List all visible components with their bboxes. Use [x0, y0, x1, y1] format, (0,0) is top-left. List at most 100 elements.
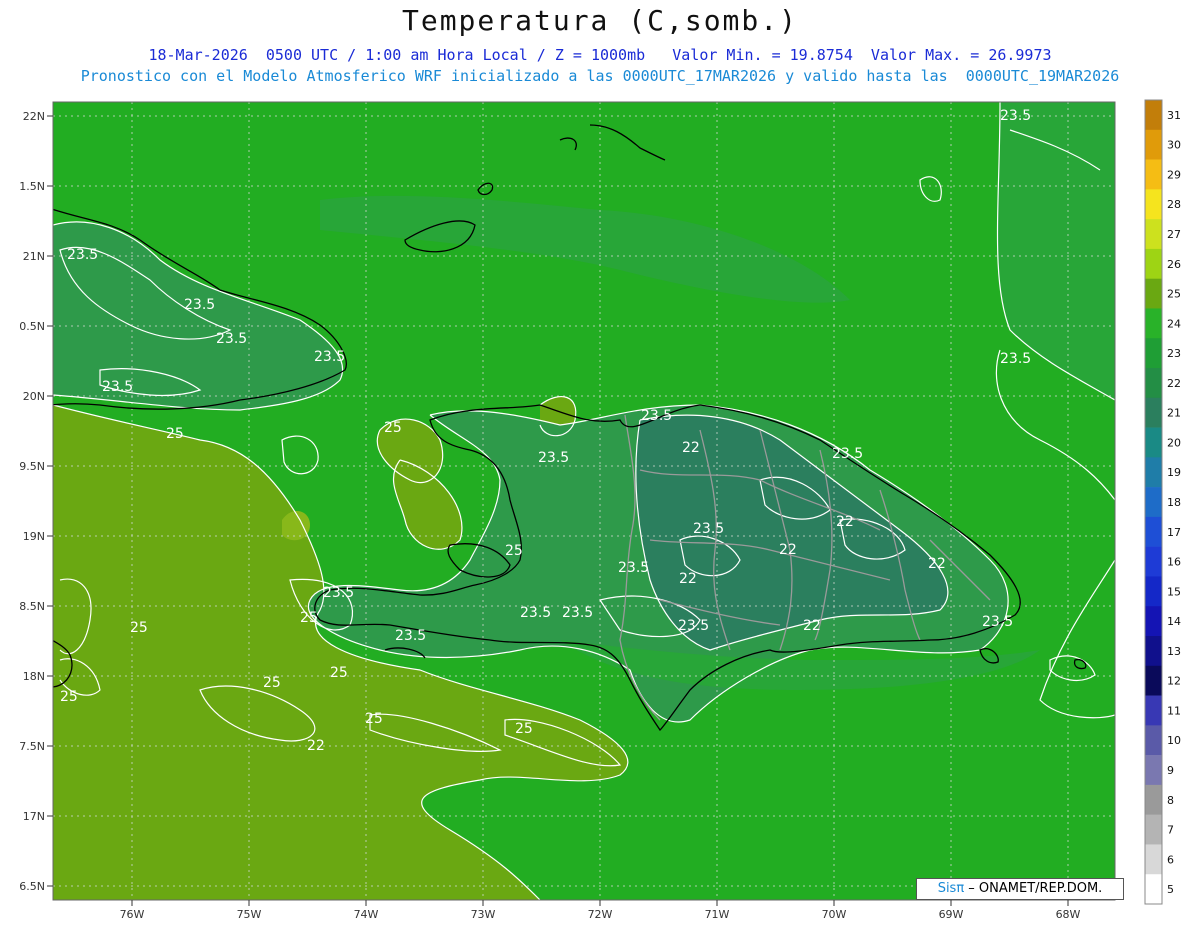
contour-label: 23.5 [618, 560, 649, 576]
contour-label: 23.5 [102, 379, 133, 395]
colorbar-swatch [1145, 368, 1162, 399]
lon-tick-label: 68W [1056, 908, 1081, 921]
contour-label: 22 [679, 571, 697, 587]
colorbar-swatch [1145, 338, 1162, 369]
colorbar-swatch [1145, 636, 1162, 667]
colorbar-tick-label: 23 [1167, 347, 1181, 360]
lon-tick-label: 74W [354, 908, 379, 921]
colorbar-swatch [1145, 546, 1162, 577]
colorbar-tick-label: 31 [1167, 109, 1181, 122]
colorbar-tick-label: 18 [1167, 496, 1181, 509]
longitude-axis: 76W 75W 74W 73W 72W 71W 70W 69W 68W [120, 900, 1081, 921]
map-figure: 23.5 23.5 23.5 23.5 23.5 23.5 23.5 23.5 … [19, 99, 1181, 921]
colorbar-tick-label: 28 [1167, 198, 1181, 211]
contour-label: 23.5 [1000, 108, 1031, 124]
lat-tick-label: 8.5N [19, 600, 45, 613]
colorbar-swatch [1145, 129, 1162, 160]
contour-label: 25 [130, 620, 148, 636]
colorbar-swatch [1145, 755, 1162, 786]
contour-label: 25 [300, 610, 318, 626]
colorbar-swatch [1145, 874, 1162, 905]
lat-tick-label: 9.5N [19, 460, 45, 473]
colorbar-tick-label: 22 [1167, 377, 1181, 390]
contour-label: 23.5 [693, 521, 724, 537]
colorbar-swatch [1145, 606, 1162, 637]
contour-label: 25 [330, 665, 348, 681]
colorbar-swatch [1145, 487, 1162, 518]
lon-tick-label: 70W [822, 908, 847, 921]
colorbar-swatch [1145, 844, 1162, 875]
colorbar-tick-label: 10 [1167, 734, 1181, 747]
colorbar-swatch [1145, 278, 1162, 309]
contour-label: 25 [60, 689, 78, 705]
contour-label: 23.5 [216, 331, 247, 347]
colorbar-tick-label: 6 [1167, 853, 1174, 866]
colorbar-tick-label: 13 [1167, 645, 1181, 658]
colorbar-swatch [1145, 427, 1162, 458]
contour-label: 22 [928, 556, 946, 572]
contour-label: 23.5 [1000, 351, 1031, 367]
colorbar-swatch [1145, 219, 1162, 250]
colorbar-tick-label: 26 [1167, 258, 1181, 271]
lon-tick-label: 72W [588, 908, 613, 921]
lat-tick-label: 18N [23, 670, 45, 683]
colorbar-tick-label: 14 [1167, 615, 1181, 628]
credit-box: Sisπ – ONAMET/REP.DOM. [916, 878, 1124, 900]
contour-label: 23.5 [562, 605, 593, 621]
contour-label: 25 [515, 721, 533, 737]
lat-tick-label: 1.5N [19, 180, 45, 193]
contour-label: 25 [505, 543, 523, 559]
lon-tick-label: 76W [120, 908, 145, 921]
colorbar-swatch [1145, 159, 1162, 190]
colorbar-tick-label: 15 [1167, 585, 1181, 598]
contour-label: 25 [263, 675, 281, 691]
colorbar-tick-label: 30 [1167, 139, 1181, 152]
colorbar-swatch [1145, 248, 1162, 279]
contour-label: 23.5 [538, 450, 569, 466]
colorbar-tick-label: 29 [1167, 168, 1181, 181]
colorbar-tick-label: 16 [1167, 556, 1181, 569]
colorbar-swatch [1145, 189, 1162, 220]
colorbar-swatch [1145, 516, 1162, 547]
colorbar-tick-label: 24 [1167, 317, 1181, 330]
contour-label: 23.5 [520, 605, 551, 621]
lat-tick-label: 17N [23, 810, 45, 823]
colorbar-swatch [1145, 576, 1162, 607]
contour-label: 23.5 [395, 628, 426, 644]
lon-tick-label: 73W [471, 908, 496, 921]
colorbar-swatch [1145, 814, 1162, 845]
contour-label: 25 [384, 420, 402, 436]
lat-tick-label: 21N [23, 250, 45, 263]
contour-label: 22 [779, 542, 797, 558]
lon-tick-label: 75W [237, 908, 262, 921]
contour-label: 25 [166, 426, 184, 442]
sispi-logo: Sisπ [937, 881, 965, 896]
lat-tick-label: 19N [23, 530, 45, 543]
colorbar-swatch [1145, 695, 1162, 726]
colorbar-tick-label: 19 [1167, 466, 1181, 479]
credit-text: – ONAMET/REP.DOM. [964, 881, 1103, 896]
colorbar-swatch [1145, 725, 1162, 756]
colorbar-tick-label: 9 [1167, 764, 1174, 777]
colorbar-tick-label: 21 [1167, 407, 1181, 420]
contour-label: 22 [682, 440, 700, 456]
colorbar-tick-label: 5 [1167, 883, 1174, 896]
contour-label: 23.5 [184, 297, 215, 313]
colorbar-tick-label: 11 [1167, 704, 1181, 717]
colorbar-tick-label: 8 [1167, 794, 1174, 807]
colorbar-swatch [1145, 100, 1162, 131]
colorbar-tick-label: 7 [1167, 824, 1174, 837]
contour-label: 23.5 [641, 408, 672, 424]
lat-tick-label: 22N [23, 110, 45, 123]
lat-tick-label: 6.5N [19, 880, 45, 893]
contour-label: 23.5 [832, 446, 863, 462]
contour-label: 25 [365, 711, 383, 727]
colorbar-swatch [1145, 397, 1162, 428]
latitude-axis: 22N 1.5N 21N 0.5N 20N 9.5N 19N 8.5N 18N … [19, 110, 53, 893]
colorbar-swatch [1145, 784, 1162, 815]
lon-tick-label: 69W [939, 908, 964, 921]
colorbar-swatch [1145, 665, 1162, 696]
contour-label: 23.5 [67, 247, 98, 263]
colorbar-swatch [1145, 308, 1162, 339]
colorbar-tick-label: 25 [1167, 288, 1181, 301]
